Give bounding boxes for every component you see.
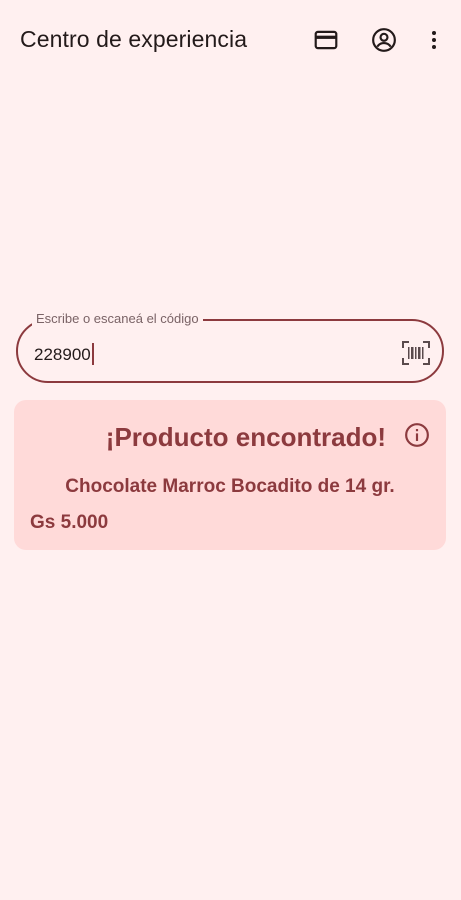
code-input-label: Escribe o escaneá el código (32, 311, 203, 326)
product-name: Chocolate Marroc Bocadito de 14 gr. (65, 476, 395, 497)
info-icon (405, 423, 429, 447)
credit-card-button[interactable] (306, 20, 346, 60)
barcode-scan-button[interactable] (400, 337, 432, 369)
result-title: ¡Producto encontrado! (105, 422, 386, 452)
more-vert-icon (432, 31, 436, 49)
text-cursor (91, 343, 94, 365)
code-input-text[interactable]: 228900 (34, 345, 91, 364)
account-circle-icon (372, 28, 396, 52)
more-options-button[interactable] (414, 20, 454, 60)
code-input-value[interactable]: 228900 (34, 343, 94, 365)
code-input-field[interactable]: Escribe o escaneá el código 228900 (16, 311, 444, 383)
info-button[interactable] (402, 420, 432, 450)
account-button[interactable] (364, 20, 404, 60)
top-app-bar: Centro de experiencia (0, 0, 461, 80)
product-result-card: ¡Producto encontrado! Chocolate Marroc B… (14, 400, 446, 550)
product-price: Gs 5.000 (30, 512, 109, 533)
credit-card-icon (314, 30, 338, 50)
app-title: Centro de experiencia (20, 26, 248, 52)
barcode-scan-icon (402, 341, 430, 365)
